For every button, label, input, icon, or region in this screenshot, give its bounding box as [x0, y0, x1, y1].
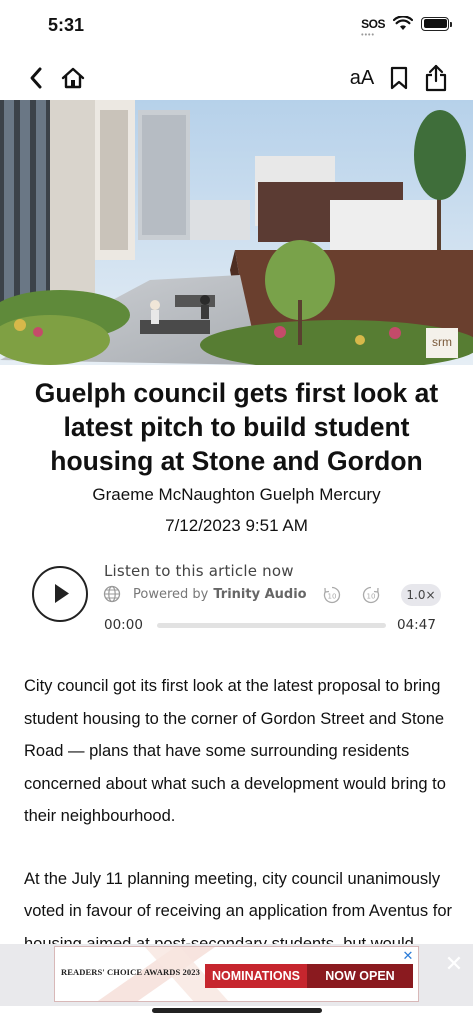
skip-back-button[interactable]: 10 — [322, 585, 342, 605]
article-headline: Guelph council gets first look at latest… — [34, 378, 439, 476]
nav-bar: aA — [0, 56, 473, 100]
article-date: 7/12/2023 9:51 AM — [165, 516, 308, 535]
sos-indicator: SOS •••• — [361, 16, 385, 39]
ad-now-open-label: NOW OPEN — [307, 964, 413, 988]
ad-readers-choice-label: READERS' CHOICE AWARDS 2023 — [61, 967, 200, 977]
audio-player: Listen to this article now Powered by Tr… — [30, 558, 445, 640]
ad-dismiss-button[interactable]: ✕ — [442, 952, 466, 976]
play-button[interactable] — [32, 566, 88, 622]
wifi-icon — [393, 16, 413, 30]
home-button[interactable] — [55, 60, 91, 96]
hero-image: srm — [0, 100, 473, 365]
bookmark-icon — [390, 66, 408, 90]
ad-close-icon[interactable]: ✕ — [401, 949, 415, 963]
globe-icon — [103, 585, 121, 603]
skip-back-icon: 10 — [323, 586, 341, 604]
ad-strip: READERS' CHOICE AWARDS 2023 NOMINATIONS … — [0, 944, 473, 1006]
article-body: City council got its first look at the l… — [24, 670, 454, 945]
listen-label: Listen to this article now — [104, 562, 294, 580]
sos-label: SOS — [361, 16, 385, 31]
back-button[interactable] — [18, 60, 54, 96]
watermark-logo: srm — [432, 335, 452, 349]
trinity-audio-brand: Trinity Audio — [213, 586, 307, 602]
share-button[interactable] — [418, 60, 454, 96]
signal-dots-icon: •••• — [361, 31, 375, 39]
powered-by-row: Powered by Trinity Audio — [103, 585, 307, 603]
powered-by-label: Powered by — [133, 586, 209, 602]
skip-forward-label: 10 — [367, 593, 376, 601]
battery-icon — [421, 16, 452, 31]
total-time: 04:47 — [397, 617, 436, 633]
article-byline: Graeme McNaughton Guelph Mercury — [92, 485, 381, 504]
font-size-button[interactable]: aA — [344, 60, 380, 96]
skip-back-label: 10 — [328, 593, 337, 601]
share-icon — [425, 64, 447, 92]
play-icon — [55, 584, 69, 603]
bookmark-button[interactable] — [381, 60, 417, 96]
progress-bar[interactable] — [157, 623, 386, 628]
chevron-left-icon — [30, 67, 42, 89]
playback-speed-button[interactable]: 1.0× — [401, 584, 441, 606]
ad-nominations-label: NOMINATIONS — [205, 964, 307, 988]
architectural-rendering: srm — [0, 100, 473, 365]
ad-banner[interactable]: READERS' CHOICE AWARDS 2023 NOMINATIONS … — [54, 946, 419, 1002]
skip-forward-button[interactable]: 10 — [361, 585, 381, 605]
article-paragraph: City council got its first look at the l… — [24, 677, 446, 825]
home-icon — [61, 67, 85, 89]
article-paragraph: At the July 11 planning meeting, city co… — [24, 869, 453, 946]
current-time: 00:00 — [104, 617, 143, 633]
status-bar: 5:31 SOS •••• — [0, 0, 473, 52]
home-indicator — [152, 1008, 322, 1013]
status-icons: SOS •••• — [361, 16, 452, 39]
skip-forward-icon: 10 — [362, 586, 380, 604]
status-time: 5:31 — [48, 15, 85, 35]
